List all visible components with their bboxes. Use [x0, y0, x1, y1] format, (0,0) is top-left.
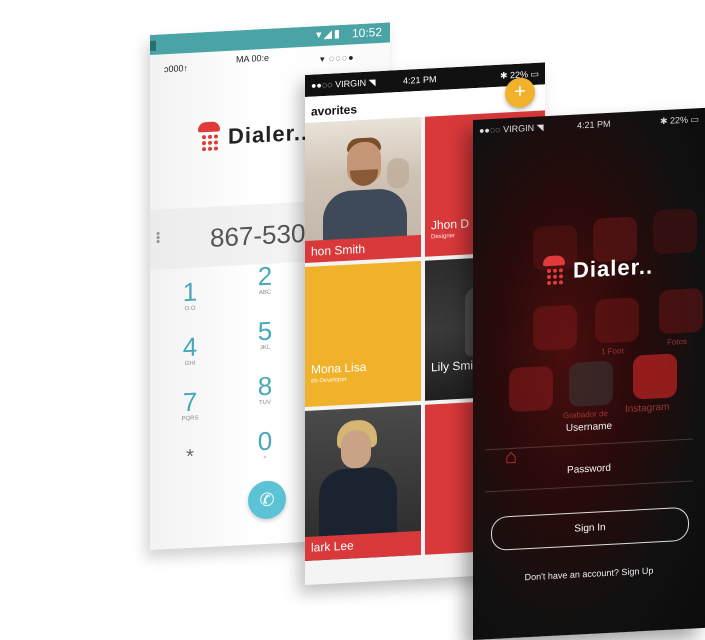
dialer-logo-text: Dialer.. — [228, 119, 309, 149]
dialer-logo: Dialer.. — [543, 251, 653, 289]
dialer-logo-text: Dialer.. — [573, 253, 654, 283]
key-digit: 5 — [257, 315, 273, 347]
username-field[interactable]: Username — [473, 416, 705, 439]
background-app-label: Instagram — [625, 401, 670, 416]
favorite-tile[interactable]: lark Lee — [305, 404, 421, 561]
key-letters: JKL — [259, 344, 271, 352]
battery: ✱ 22% ▭ — [659, 114, 699, 127]
signin-screen: ●●◌◌ VIRGIN ◥ 4:21 PM ✱ 22% ▭ 1 Foot Fot… — [473, 107, 705, 640]
background-app-icon — [569, 360, 613, 407]
key-1[interactable]: 1 O.O — [170, 277, 210, 313]
phone-icon: ✆ — [259, 489, 275, 511]
key-0[interactable]: 0 + — [245, 426, 285, 462]
key-digit: 0 — [257, 425, 273, 457]
divider — [485, 438, 693, 451]
favorite-tile[interactable]: Mona Lisa eb Developer — [305, 260, 421, 407]
page-title: avorites — [311, 102, 358, 119]
contact-name: Mona Lisa — [311, 359, 367, 377]
key-4[interactable]: 4 GHI — [170, 332, 210, 368]
key-digit: 1 — [182, 276, 198, 308]
contact-name: lark Lee — [311, 538, 354, 555]
status-time: 4:21 PM — [403, 74, 437, 86]
key-letters: PQRS — [181, 415, 199, 423]
key-7[interactable]: 7 PQRS — [170, 387, 210, 423]
contact-name: Jhon D — [431, 216, 470, 233]
key-5[interactable]: 5 JKL — [245, 316, 285, 352]
instagram-icon — [633, 353, 677, 400]
call-button[interactable]: ✆ — [248, 479, 286, 520]
dialed-number: 867-5309 — [210, 217, 320, 253]
status-time: 4:21 PM — [577, 118, 611, 131]
key-digit: 8 — [257, 370, 273, 402]
status-right: ▾ ◌◌◌● — [320, 52, 355, 65]
key-8[interactable]: 8 TUV — [245, 371, 285, 407]
status-left: ↄ000↑ — [164, 63, 189, 75]
background-app-icon — [653, 208, 697, 255]
background-app-label: Fotos — [667, 336, 688, 347]
sign-up-link[interactable]: Don't have an account? Sign Up — [473, 563, 705, 585]
overflow-menu-icon[interactable]: • • • — [156, 226, 160, 248]
key-2[interactable]: 2 ABC — [245, 261, 285, 297]
key-star[interactable]: * — [170, 442, 210, 472]
background-app-icon — [509, 365, 553, 413]
key-letters: GHI — [184, 360, 196, 368]
contact-role: Designer — [431, 233, 456, 241]
favorite-tile[interactable]: hon Smith — [305, 116, 421, 263]
carrier: ●●◌◌ VIRGIN ◥ — [479, 122, 544, 136]
key-digit: 7 — [182, 386, 198, 418]
background-app-icon — [533, 304, 577, 351]
contact-name: hon Smith — [311, 241, 366, 259]
background-app-icon — [595, 297, 639, 344]
dialer-logo-icon — [543, 255, 567, 288]
status-tab — [150, 40, 156, 51]
status-center: MA 00:e — [236, 52, 270, 65]
status-time: 10:52 — [351, 24, 382, 41]
contact-role: eb Developer — [311, 376, 347, 385]
status-icons: ▾◢▮ — [315, 27, 342, 42]
key-letters: + — [263, 454, 267, 462]
carrier: ●●◌◌ VIRGIN ◥ — [311, 77, 376, 91]
sign-in-button[interactable]: Sign In — [491, 506, 689, 552]
background-app-label: Grabador de — [563, 408, 608, 421]
background-app-icon — [659, 287, 703, 335]
key-letters: O.O — [184, 305, 196, 313]
background-app-label: 1 Foot — [601, 346, 624, 357]
key-letters: ABC — [258, 289, 272, 297]
key-digit: 4 — [182, 331, 198, 363]
key-digit: * — [186, 445, 194, 469]
divider — [485, 480, 693, 493]
dialer-logo-icon — [198, 121, 222, 154]
key-digit: 2 — [257, 260, 273, 292]
key-letters: TUV — [259, 399, 271, 407]
dialer-logo: Dialer.. — [198, 117, 308, 155]
